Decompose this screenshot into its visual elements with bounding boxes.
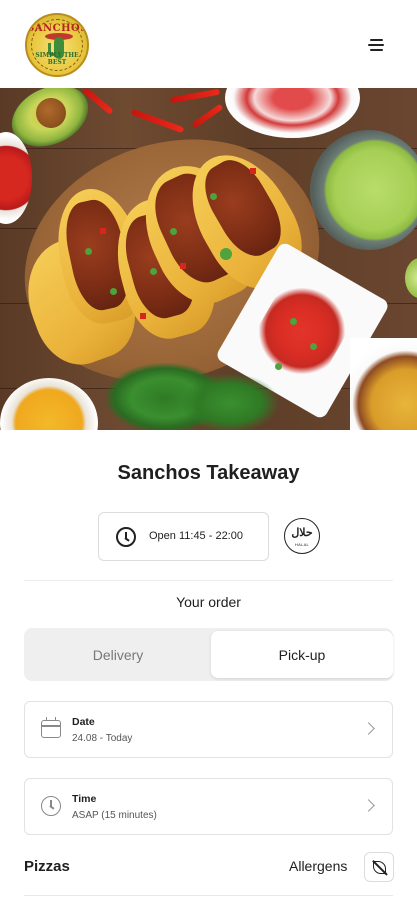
pickup-option[interactable]: Pick-up [211,631,393,678]
header: SANCHOS SIMPLY THE BEST [0,0,417,88]
time-label: Time [72,793,97,805]
hero-image [0,88,417,430]
time-selector[interactable]: Time ASAP (15 minutes) [24,778,393,835]
chevron-right-icon [362,799,375,812]
logo-bottom-text: SIMPLY THE BEST [35,52,79,66]
allergens-icon[interactable] [364,852,394,882]
clock-icon [41,796,61,816]
allergens-link[interactable]: Allergens [289,858,347,874]
divider [24,580,393,581]
opening-hours-button[interactable]: Open 11:45 - 22:00 [98,512,269,561]
opening-hours-text: Open 11:45 - 22:00 [149,530,243,542]
sanchos-logo[interactable]: SANCHOS SIMPLY THE BEST [25,13,89,77]
guacamole-bowl-image [310,130,417,250]
halal-badge-icon: حلال HALAL [284,518,320,554]
clock-icon [116,527,136,547]
halal-text: HALAL [294,542,310,547]
date-label: Date [72,716,95,728]
date-value: 24.08 - Today [72,733,133,744]
nachos-plate-image [350,338,417,430]
time-value: ASAP (15 minutes) [72,810,157,821]
menu-category-title: Pizzas [24,858,70,875]
halal-script: حلال [291,526,313,539]
onion-bowl-image [225,88,360,138]
cheese-sauce-bowl-image [0,378,98,430]
delivery-option[interactable]: Delivery [27,631,209,678]
hamburger-menu-icon[interactable] [366,36,388,54]
salsa-bowl-image [0,132,32,224]
calendar-icon [41,717,61,738]
your-order-heading: Your order [176,594,241,610]
order-mode-toggle: Delivery Pick-up [24,628,393,681]
date-selector[interactable]: Date 24.08 - Today [24,701,393,758]
chevron-right-icon [362,722,375,735]
restaurant-name: Sanchos Takeaway [117,462,300,484]
divider [24,895,393,896]
